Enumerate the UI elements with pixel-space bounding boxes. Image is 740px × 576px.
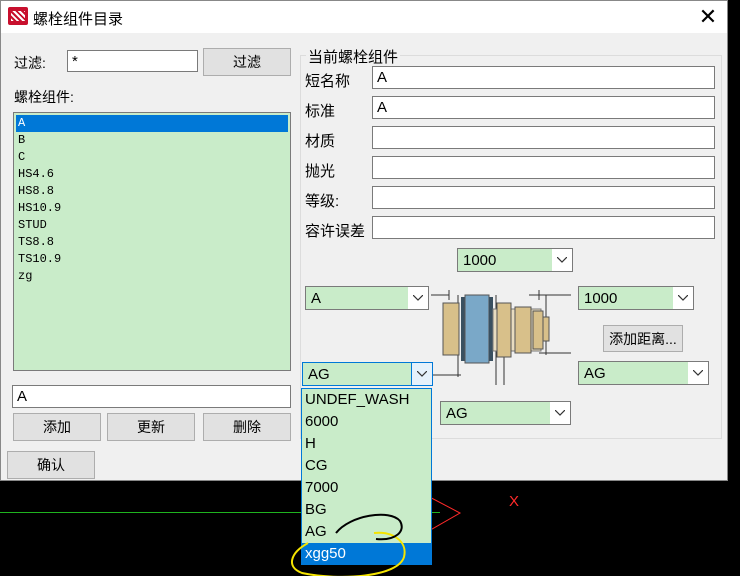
combo-value: AG [584,365,606,382]
right-length-combo[interactable]: 1000 [578,286,694,310]
group-title: 当前螺栓组件 [306,46,401,67]
list-item[interactable]: zg [16,268,288,285]
close-icon[interactable]: ✕ [691,3,725,31]
list-item[interactable]: TS10.9 [16,251,288,268]
list-item[interactable]: B [16,132,288,149]
dropdown-option[interactable]: CG [302,455,431,477]
dropdown-option[interactable]: 6000 [302,411,431,433]
chevron-down-icon[interactable] [411,363,432,385]
canvas-marker: X [509,493,520,510]
annotation-scribble [291,513,406,576]
length-top-combo[interactable]: 1000 [457,248,573,272]
field-input[interactable] [372,186,715,209]
add-distance-button[interactable]: 添加距离... [603,325,683,352]
field-input[interactable] [372,126,715,149]
chevron-down-icon[interactable] [672,287,693,309]
list-item[interactable]: HS4.6 [16,166,288,183]
mid-washer-combo[interactable]: AG [440,401,571,425]
right-washer-combo[interactable]: AG [578,361,709,385]
left-washer-combo[interactable]: AG [302,362,433,386]
bolt-assembly-diagram [431,290,571,385]
left-component-combo[interactable]: A [305,286,429,310]
field-input[interactable]: A [372,96,715,119]
filter-button[interactable]: 过滤 [203,48,291,76]
chevron-down-icon[interactable] [551,249,572,271]
combo-value: AG [308,366,330,383]
list-item[interactable]: HS10.9 [16,200,288,217]
bolt-list-label: 螺栓组件: [14,89,74,105]
filter-label: 过滤: [14,55,46,71]
field-label: 短名称 [305,73,351,90]
app-icon [8,7,28,25]
field-input[interactable] [372,156,715,179]
title-bar: 螺栓组件目录 ✕ [1,1,727,33]
update-button[interactable]: 更新 [107,413,195,441]
chevron-down-icon[interactable] [549,402,570,424]
combo-value: 1000 [463,252,497,269]
field-input[interactable]: A [372,66,715,89]
dropdown-option[interactable]: 7000 [302,477,431,499]
dropdown-option[interactable]: H [302,433,431,455]
list-item[interactable]: HS8.8 [16,183,288,200]
filter-input[interactable]: * [67,50,198,72]
confirm-button[interactable]: 确认 [7,451,95,479]
field-input[interactable] [372,216,715,239]
combo-value: AG [446,405,468,422]
chevron-down-icon[interactable] [407,287,428,309]
assembly-name-input[interactable]: A [12,385,291,408]
list-item[interactable]: A [16,115,288,132]
list-item[interactable]: STUD [16,217,288,234]
list-item[interactable]: C [16,149,288,166]
field-label: 等级: [305,193,340,210]
delete-button[interactable]: 删除 [203,413,291,441]
combo-value: 1000 [584,290,618,307]
field-label: 容许误差 [305,223,366,240]
add-button[interactable]: 添加 [13,413,101,441]
bolt-assembly-list[interactable]: A B C HS4.6 HS8.8 HS10.9 STUD TS8.8 TS10.9 zg [13,112,291,371]
dropdown-option[interactable]: UNDEF_WASH [302,389,431,411]
list-item[interactable]: TS8.8 [16,234,288,251]
chevron-down-icon[interactable] [687,362,708,384]
window-title: 螺栓组件目录 [33,11,124,28]
combo-value: A [311,290,322,307]
field-label: 抛光 [305,163,336,180]
field-label: 材质 [305,133,336,150]
field-label: 标准 [305,103,336,120]
